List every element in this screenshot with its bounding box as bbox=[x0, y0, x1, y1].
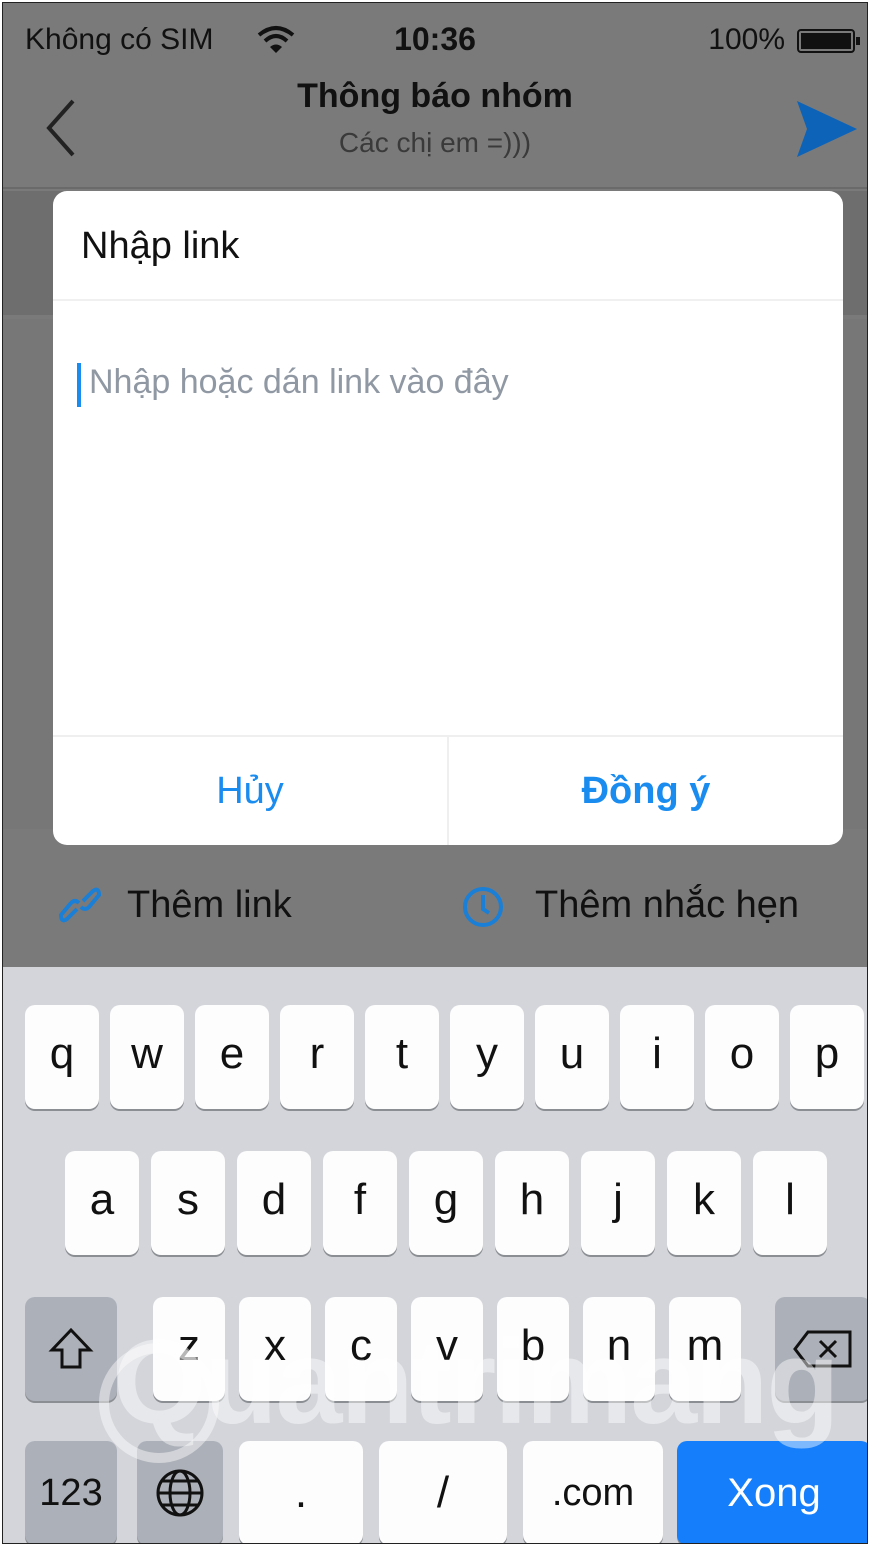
dialog-divider bbox=[53, 299, 843, 301]
key-a[interactable]: a bbox=[65, 1151, 139, 1255]
done-key-label: Xong bbox=[727, 1471, 821, 1515]
key-label: l bbox=[785, 1175, 795, 1224]
key-w[interactable]: w bbox=[110, 1005, 184, 1109]
status-bar: Không có SIM 10:36 100% bbox=[3, 3, 867, 75]
nav-bar: Thông báo nhóm Các chị em =))) bbox=[3, 75, 867, 187]
phone-screen: Không có SIM 10:36 100% Thông báo nhóm C… bbox=[2, 2, 868, 1544]
key-label: x bbox=[264, 1321, 286, 1370]
key-label: j bbox=[613, 1175, 623, 1224]
slash-key[interactable]: / bbox=[379, 1441, 507, 1543]
key-label: s bbox=[177, 1175, 199, 1224]
key-k[interactable]: k bbox=[667, 1151, 741, 1255]
key-label: k bbox=[693, 1175, 715, 1224]
send-icon[interactable] bbox=[795, 99, 859, 159]
key-s[interactable]: s bbox=[151, 1151, 225, 1255]
key-label: y bbox=[476, 1029, 498, 1078]
battery-percent: 100% bbox=[708, 23, 785, 56]
key-b[interactable]: b bbox=[497, 1297, 569, 1401]
key-p[interactable]: p bbox=[790, 1005, 864, 1109]
dialog-title: Nhập link bbox=[81, 225, 240, 267]
done-key[interactable]: Xong bbox=[677, 1441, 867, 1543]
add-reminder-label: Thêm nhắc hẹn bbox=[535, 884, 800, 926]
dotcom-key-label: .com bbox=[551, 1472, 635, 1514]
key-label: b bbox=[520, 1321, 546, 1370]
backspace-icon bbox=[793, 1330, 852, 1368]
key-label: w bbox=[131, 1029, 163, 1078]
key-q[interactable]: q bbox=[25, 1005, 99, 1109]
text-cursor bbox=[77, 363, 81, 407]
dotcom-key[interactable]: .com bbox=[523, 1441, 663, 1543]
key-h[interactable]: h bbox=[495, 1151, 569, 1255]
key-m[interactable]: m bbox=[669, 1297, 741, 1401]
key-r[interactable]: r bbox=[280, 1005, 354, 1109]
key-label: v bbox=[436, 1321, 458, 1370]
key-n[interactable]: n bbox=[583, 1297, 655, 1401]
nav-title: Thông báo nhóm bbox=[297, 77, 573, 115]
keyboard: q w e r t y u i o p a s d f g h j k l z x c v b n m 123 . / .co… bbox=[3, 967, 867, 1543]
key-label: r bbox=[309, 1029, 325, 1078]
add-link-label: Thêm link bbox=[127, 884, 292, 926]
key-label: a bbox=[89, 1175, 115, 1224]
attachment-toolbar: Thêm link Thêm nhắc hẹn bbox=[3, 845, 867, 965]
key-l[interactable]: l bbox=[753, 1151, 827, 1255]
key-label: f bbox=[353, 1175, 367, 1224]
key-label: p bbox=[814, 1029, 840, 1078]
globe-key[interactable] bbox=[137, 1441, 223, 1543]
key-label: h bbox=[519, 1175, 545, 1224]
key-y[interactable]: y bbox=[450, 1005, 524, 1109]
key-label: e bbox=[219, 1029, 245, 1078]
link-input[interactable]: Nhập hoặc dán link vào đây bbox=[89, 363, 509, 402]
key-label: t bbox=[395, 1029, 409, 1078]
globe-icon bbox=[156, 1469, 204, 1517]
key-label: g bbox=[433, 1175, 459, 1224]
key-label: z bbox=[178, 1321, 200, 1370]
key-u[interactable]: u bbox=[535, 1005, 609, 1109]
key-label: m bbox=[686, 1321, 724, 1370]
key-x[interactable]: x bbox=[239, 1297, 311, 1401]
slash-key-label: / bbox=[436, 1468, 450, 1517]
battery-icon bbox=[797, 29, 860, 53]
key-label: q bbox=[49, 1029, 75, 1078]
key-i[interactable]: i bbox=[620, 1005, 694, 1109]
key-c[interactable]: c bbox=[325, 1297, 397, 1401]
nav-divider bbox=[3, 187, 867, 189]
nav-subtitle: Các chị em =))) bbox=[338, 127, 532, 158]
key-t[interactable]: t bbox=[365, 1005, 439, 1109]
key-label: i bbox=[652, 1029, 662, 1078]
key-label: n bbox=[606, 1321, 632, 1370]
key-z[interactable]: z bbox=[153, 1297, 225, 1401]
clock-icon bbox=[463, 887, 503, 927]
key-d[interactable]: d bbox=[237, 1151, 311, 1255]
numbers-key-label: 123 bbox=[39, 1472, 103, 1514]
key-j[interactable]: j bbox=[581, 1151, 655, 1255]
cancel-button[interactable]: Hủy bbox=[53, 737, 447, 845]
key-v[interactable]: v bbox=[411, 1297, 483, 1401]
key-o[interactable]: o bbox=[705, 1005, 779, 1109]
key-label: d bbox=[261, 1175, 287, 1224]
dot-key[interactable]: . bbox=[239, 1441, 363, 1543]
key-e[interactable]: e bbox=[195, 1005, 269, 1109]
shift-icon bbox=[48, 1327, 94, 1369]
delete-key[interactable] bbox=[775, 1297, 867, 1401]
agree-button[interactable]: Đồng ý bbox=[449, 737, 843, 845]
numbers-key[interactable]: 123 bbox=[25, 1441, 117, 1543]
dot-key-label: . bbox=[294, 1468, 308, 1517]
enter-link-dialog: Nhập link Nhập hoặc dán link vào đây Hủy… bbox=[53, 191, 843, 845]
key-g[interactable]: g bbox=[409, 1151, 483, 1255]
key-f[interactable]: f bbox=[323, 1151, 397, 1255]
key-label: u bbox=[559, 1029, 585, 1078]
key-label: o bbox=[729, 1029, 755, 1078]
shift-key[interactable] bbox=[25, 1297, 117, 1401]
key-label: c bbox=[350, 1321, 372, 1370]
link-icon bbox=[58, 887, 102, 923]
